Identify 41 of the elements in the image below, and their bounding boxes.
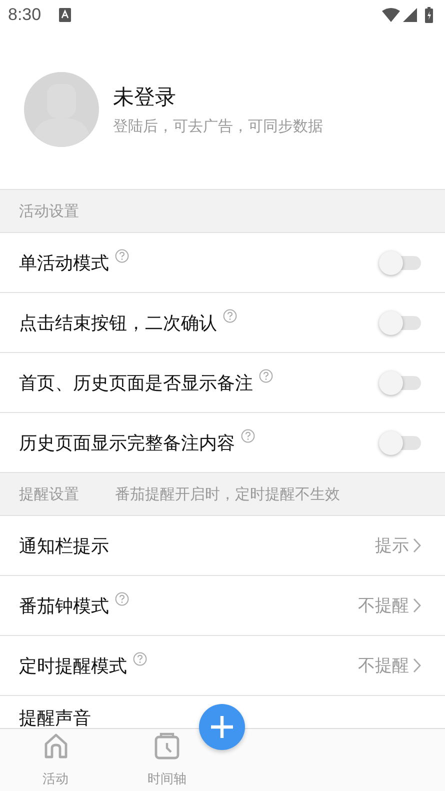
wifi-icon	[382, 8, 400, 22]
toggle-switch[interactable]	[379, 250, 421, 274]
home-icon	[42, 732, 69, 760]
chevron-right-icon	[413, 658, 421, 673]
chevron-right-icon	[413, 598, 421, 613]
nav-tab[interactable]: 活动	[0, 729, 112, 791]
help-icon[interactable]	[115, 249, 129, 263]
help-icon[interactable]	[259, 369, 273, 383]
keyboard-icon	[59, 8, 72, 22]
setting-label: 点击结束按钮，二次确认	[19, 312, 217, 334]
section-note: 番茄提醒开启时，定时提醒不生效	[115, 484, 340, 504]
setting-label: 番茄钟模式	[19, 594, 109, 618]
setting-value[interactable]: 提示	[375, 534, 409, 557]
setting-label: 提醒声音	[19, 707, 91, 730]
chevron-right-icon	[413, 538, 421, 553]
help-icon[interactable]	[133, 652, 147, 666]
setting-value[interactable]: 不提醒	[358, 654, 409, 677]
setting-label: 首页、历史页面是否显示备注	[19, 372, 253, 394]
setting-label: 单活动模式	[19, 252, 109, 274]
login-status[interactable]: 未登录	[113, 83, 323, 111]
setting-label: 定时提醒模式	[19, 654, 127, 678]
section-title: 活动设置	[19, 202, 79, 220]
setting-label: 通知栏提示	[19, 534, 109, 558]
help-icon[interactable]	[223, 309, 237, 323]
toggle-switch[interactable]	[379, 430, 421, 454]
setting-value[interactable]: 不提醒	[358, 594, 409, 617]
nav-tab[interactable]: 时间轴	[111, 729, 222, 791]
status-time: 8:30	[8, 5, 42, 25]
plus-icon	[210, 715, 234, 739]
help-icon[interactable]	[241, 429, 255, 443]
signal-icon	[403, 8, 417, 22]
setting-label: 历史页面显示完整备注内容	[19, 432, 235, 454]
section-title: 提醒设置	[19, 484, 79, 504]
calendar-clock-icon	[154, 732, 180, 760]
toggle-switch[interactable]	[379, 370, 421, 394]
add-button[interactable]	[199, 704, 245, 750]
login-hint: 登陆后，可去广告，可同步数据	[113, 117, 323, 136]
help-icon[interactable]	[115, 592, 129, 606]
avatar-icon[interactable]	[24, 72, 99, 147]
battery-icon	[425, 7, 433, 23]
toggle-switch[interactable]	[379, 310, 421, 334]
